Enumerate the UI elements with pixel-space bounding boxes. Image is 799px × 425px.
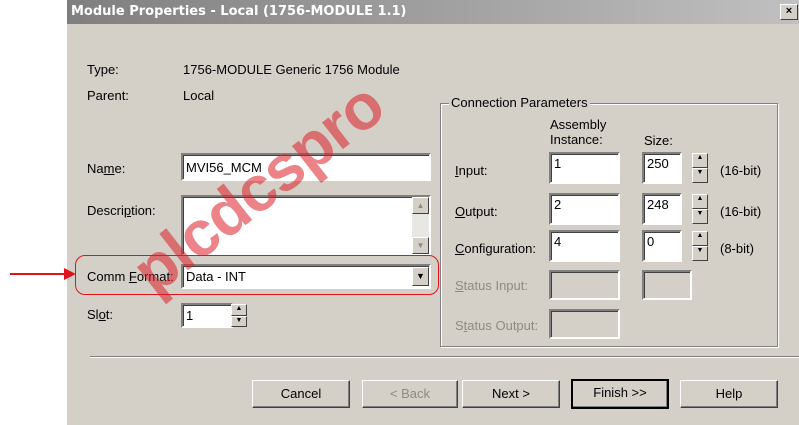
output-instance-field[interactable]: 2: [549, 193, 620, 225]
status-input-label: Status Input:: [455, 278, 528, 293]
spin-up-icon[interactable]: ▲: [231, 304, 247, 316]
input-label: Input:: [455, 163, 488, 178]
parent-label: Parent:: [87, 88, 129, 103]
status-output-label: Status Output:: [455, 318, 539, 333]
input-size-spinner[interactable]: ▲ ▼: [692, 153, 708, 183]
configuration-label: Configuration:: [455, 241, 536, 256]
slot-spinner[interactable]: ▲ ▼: [231, 304, 247, 327]
dialog-title: Module Properties - Local (1756-MODULE 1…: [71, 4, 407, 19]
help-button[interactable]: Help: [680, 380, 778, 408]
connection-parameters-title: Connection Parameters: [449, 95, 590, 110]
spin-down-icon[interactable]: ▼: [692, 246, 708, 261]
description-label: Description:: [87, 203, 156, 218]
status-input-instance-field: [549, 270, 620, 300]
arrow-right-icon: [64, 268, 76, 280]
type-label: Type:: [87, 62, 119, 77]
description-scrollbar[interactable]: ▲ ▼: [412, 197, 429, 254]
status-input-size-field: [642, 270, 692, 300]
output-label: Output:: [455, 204, 498, 219]
configuration-size-spinner[interactable]: ▲ ▼: [692, 231, 708, 261]
type-value: 1756-MODULE Generic 1756 Module: [183, 62, 400, 77]
input-size-unit: (16-bit): [720, 163, 762, 178]
spin-up-icon[interactable]: ▲: [692, 153, 708, 168]
configuration-size-unit: (8-bit): [720, 241, 754, 256]
finish-button[interactable]: Finish >>: [571, 379, 669, 409]
parent-value: Local: [183, 88, 215, 103]
input-size-field[interactable]: 250: [642, 152, 682, 184]
slot-label: Slot:: [87, 307, 114, 322]
spin-up-icon[interactable]: ▲: [692, 231, 708, 246]
title-bar: Module Properties - Local (1756-MODULE 1…: [67, 0, 799, 24]
spin-down-icon[interactable]: ▼: [692, 168, 708, 183]
annotation-arrow: [10, 273, 72, 275]
instance-column-header: Instance:: [550, 132, 603, 147]
size-column-header: Size:: [644, 133, 673, 148]
output-size-unit: (16-bit): [720, 204, 762, 219]
name-label: Name:: [87, 161, 126, 176]
separator: [90, 356, 799, 358]
configuration-instance-field[interactable]: 4: [549, 230, 620, 262]
spin-down-icon[interactable]: ▼: [692, 209, 708, 224]
output-size-spinner[interactable]: ▲ ▼: [692, 194, 708, 224]
cancel-button[interactable]: Cancel: [252, 380, 350, 408]
spin-up-icon[interactable]: ▲: [692, 194, 708, 209]
scroll-down-icon[interactable]: ▼: [412, 237, 429, 254]
slot-input[interactable]: 1: [181, 303, 233, 328]
spin-down-icon[interactable]: ▼: [231, 315, 247, 327]
next-button[interactable]: Next >: [462, 380, 560, 408]
close-icon[interactable]: ×: [780, 4, 798, 20]
output-size-field[interactable]: 248: [642, 193, 682, 225]
status-output-instance-field: [549, 309, 620, 339]
input-instance-field[interactable]: 1: [549, 152, 620, 184]
scroll-up-icon[interactable]: ▲: [412, 197, 429, 214]
back-button[interactable]: < Back: [362, 380, 458, 408]
assembly-column-header: Assembly: [550, 117, 607, 132]
configuration-size-field[interactable]: 0: [642, 230, 682, 262]
